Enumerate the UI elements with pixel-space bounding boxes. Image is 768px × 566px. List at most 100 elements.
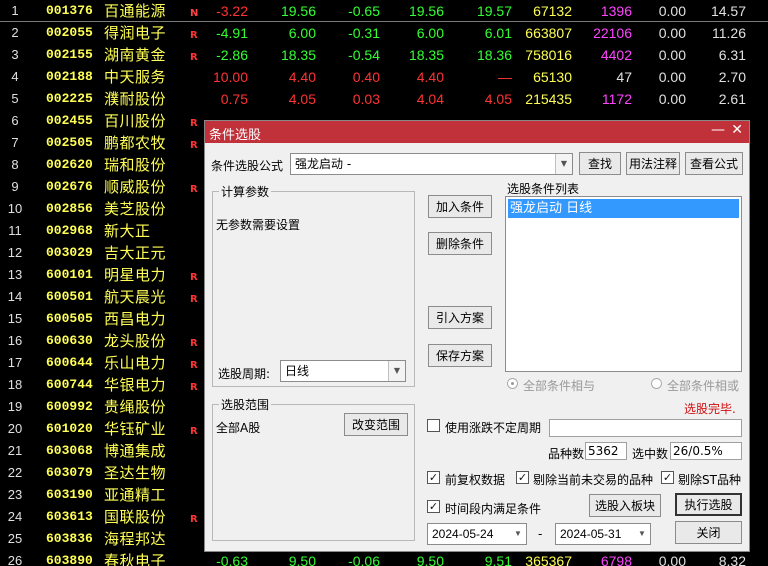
row-index: 20 bbox=[7, 421, 23, 436]
cell-x1: 0.00 bbox=[658, 3, 686, 19]
add-condition-button[interactable]: 加入条件 bbox=[428, 195, 492, 218]
row-index: 1 bbox=[11, 3, 19, 18]
stock-code: 002225 bbox=[46, 91, 93, 106]
cell-chg: 10.00 bbox=[212, 69, 248, 85]
radio-or[interactable] bbox=[651, 378, 662, 389]
condition-list-item[interactable]: 强龙启动 日线 bbox=[508, 199, 739, 218]
cell-x2: 2.61 bbox=[718, 91, 746, 107]
change-scope-button[interactable]: 改变范围 bbox=[344, 413, 408, 436]
exclude-st-label: 剔除ST品种 bbox=[678, 473, 741, 487]
period-field[interactable] bbox=[549, 419, 742, 437]
stock-code: 603190 bbox=[46, 487, 93, 502]
table-row[interactable]: 26 603890 春秋电子 -0.63 9.50 -0.06 9.50 9.51 365367… bbox=[0, 550, 768, 566]
radio-or-label: 全部条件相或 bbox=[667, 379, 740, 393]
period-select[interactable]: 日线 ▼ bbox=[280, 360, 406, 382]
cell-vol: 758016 bbox=[525, 47, 572, 63]
delete-condition-button[interactable]: 删除条件 bbox=[428, 232, 492, 255]
radio-and[interactable] bbox=[507, 378, 518, 389]
species-count-field: 5362 bbox=[585, 442, 627, 460]
execute-button[interactable]: 执行选股 bbox=[675, 493, 742, 516]
use-period-checkbox[interactable] bbox=[427, 419, 440, 432]
row-index: 23 bbox=[7, 487, 23, 502]
cell-x2: 14.57 bbox=[710, 3, 746, 19]
cell-open: 6.00 bbox=[416, 25, 444, 41]
scope-group: 选股范围 全部A股 改变范围 bbox=[212, 396, 415, 541]
cell-cur: 1396 bbox=[600, 3, 632, 19]
stock-code: 600644 bbox=[46, 355, 93, 370]
cell-x1: 0.00 bbox=[658, 47, 686, 63]
stock-code: 002676 bbox=[46, 179, 93, 194]
close-button[interactable]: 关闭 bbox=[675, 521, 742, 544]
cell-high: 4.05 bbox=[484, 91, 512, 107]
row-index: 6 bbox=[11, 113, 19, 128]
formula-select[interactable]: 强龙启动 - ▼ bbox=[290, 153, 573, 175]
cell-price: 19.56 bbox=[280, 3, 316, 19]
cell-open: 4.40 bbox=[416, 69, 444, 85]
row-index: 15 bbox=[7, 311, 23, 326]
condition-selection-dialog: 条件选股 — ✕ 条件选股公式 强龙启动 - ▼ 查找 用法注释 查看公式 计算… bbox=[204, 120, 750, 552]
cell-chg: 0.75 bbox=[220, 91, 248, 107]
date-from-value: 2024-05-24 bbox=[432, 527, 494, 541]
cell-high: — bbox=[498, 69, 512, 85]
cell-x2: 8.32 bbox=[718, 553, 746, 566]
stock-name: 春秋电子 bbox=[104, 552, 167, 566]
cell-vol: 65130 bbox=[533, 69, 572, 85]
cell-price: 18.35 bbox=[280, 47, 316, 63]
status-text: 选股完毕. bbox=[684, 402, 736, 416]
adjust-checkbox[interactable]: ✓ bbox=[427, 471, 440, 484]
exclude-st-checkbox[interactable]: ✓ bbox=[661, 471, 674, 484]
scope-caption: 选股范围 bbox=[219, 396, 272, 413]
condition-list[interactable]: 强龙启动 日线 bbox=[505, 196, 742, 372]
cell-cur: 6798 bbox=[600, 553, 632, 566]
cell-high: 6.01 bbox=[484, 25, 512, 41]
view-formula-button[interactable]: 查看公式 bbox=[685, 152, 743, 175]
table-row[interactable]: 2 002055 得润电子 R -4.91 6.00 -0.31 6.00 6.01 663807… bbox=[0, 22, 768, 44]
row-index: 11 bbox=[8, 223, 22, 238]
stock-name: 得润电子 bbox=[104, 24, 167, 42]
search-button[interactable]: 查找 bbox=[579, 152, 621, 175]
table-row[interactable]: 3 002155 湖南黄金 R -2.86 18.35 -0.54 18.35 18.36 758… bbox=[0, 44, 768, 66]
table-row[interactable]: 5 002225 濮耐股份 0.75 4.05 0.03 4.04 4.05 215435 117… bbox=[0, 88, 768, 110]
exclude-untraded-checkbox[interactable]: ✓ bbox=[516, 471, 529, 484]
row-index: 18 bbox=[7, 377, 23, 392]
stock-code: 002620 bbox=[46, 157, 93, 172]
dialog-titlebar[interactable]: 条件选股 — ✕ bbox=[205, 121, 749, 143]
table-row[interactable]: 1 001376 百通能源 N -3.22 19.56 -0.65 19.56 19.57 671… bbox=[0, 0, 768, 22]
date-from-picker[interactable]: 2024-05-24 ▼ bbox=[427, 523, 527, 545]
no-params-text: 无参数需要设置 bbox=[216, 218, 301, 232]
stock-code: 603079 bbox=[46, 465, 93, 480]
row-index: 3 bbox=[11, 47, 19, 62]
stock-name: 龙头股份 bbox=[104, 332, 167, 350]
row-index: 13 bbox=[7, 267, 23, 282]
stock-name: 百川股份 bbox=[104, 112, 167, 130]
import-plan-button[interactable]: 引入方案 bbox=[428, 306, 492, 329]
stock-name: 航天晨光 bbox=[104, 288, 167, 306]
stock-code: 002505 bbox=[46, 135, 93, 150]
cell-amt: -0.54 bbox=[348, 47, 380, 63]
cell-cur: 1172 bbox=[601, 91, 632, 107]
cell-price: 4.05 bbox=[288, 91, 316, 107]
formula-value: 强龙启动 - bbox=[295, 157, 352, 171]
stock-name: 圣达生物 bbox=[104, 464, 167, 482]
period-value: 日线 bbox=[285, 364, 310, 378]
time-range-checkbox[interactable]: ✓ bbox=[427, 500, 440, 513]
close-icon[interactable]: ✕ bbox=[731, 122, 743, 138]
chevron-down-icon: ▼ bbox=[388, 361, 405, 381]
use-period-label: 使用涨跌不定周期 bbox=[445, 421, 542, 435]
date-to-picker[interactable]: 2024-05-31 ▼ bbox=[555, 523, 651, 545]
minimize-icon[interactable]: — bbox=[711, 122, 725, 138]
calc-params-caption: 计算参数 bbox=[219, 183, 272, 200]
add-to-block-button[interactable]: 选股入板块 bbox=[589, 494, 661, 517]
species-label: 品种数 bbox=[548, 447, 585, 461]
cell-amt: -0.65 bbox=[348, 3, 380, 19]
stock-name: 顺威股份 bbox=[104, 178, 167, 196]
stock-name: 华钰矿业 bbox=[104, 420, 167, 438]
row-index: 17 bbox=[7, 355, 23, 370]
save-plan-button[interactable]: 保存方案 bbox=[428, 344, 492, 367]
row-index: 14 bbox=[7, 289, 23, 304]
usage-notes-button[interactable]: 用法注释 bbox=[626, 152, 680, 175]
row-index: 9 bbox=[11, 179, 19, 194]
table-row[interactable]: 4 002188 中天服务 10.00 4.40 0.40 4.40 — 65130 47 0.00… bbox=[0, 66, 768, 88]
cell-x1: 0.00 bbox=[658, 91, 686, 107]
cell-high: 9.51 bbox=[484, 553, 512, 566]
